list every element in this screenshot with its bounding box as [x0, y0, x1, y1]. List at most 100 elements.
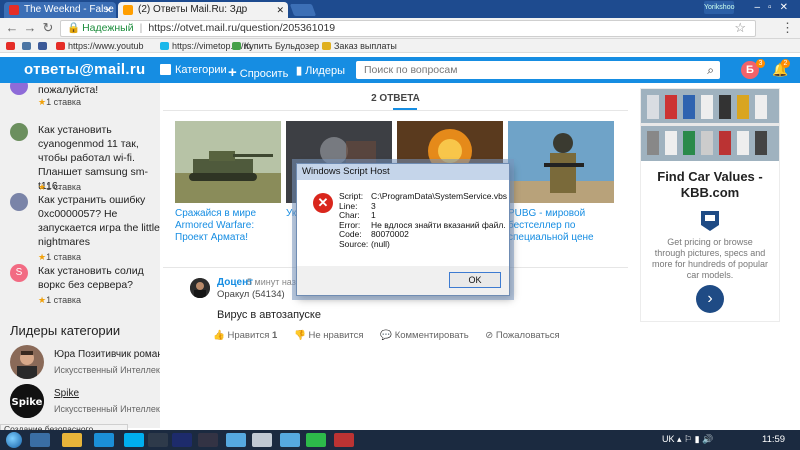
- promo-card[interactable]: PUBG - мировой бестселлер по специальной…: [508, 121, 614, 244]
- avatar: Spike: [10, 384, 44, 418]
- bookmark-youtube[interactable]: https://www.youtub: [56, 39, 144, 53]
- answers-count: 2 ОТВЕТА: [371, 93, 420, 104]
- lock-icon: 🔒: [67, 22, 81, 34]
- star-icon: ★: [38, 252, 47, 262]
- ie-icon[interactable]: [94, 433, 114, 447]
- stake-label: ★1 ставка: [38, 295, 82, 305]
- card-caption[interactable]: Сражайся в мире Armored Warfare: Проект …: [175, 208, 281, 244]
- avatar: S: [10, 264, 28, 282]
- app-icon[interactable]: [334, 433, 354, 447]
- site-logo[interactable]: ответы@mail.ru: [24, 61, 145, 78]
- dialog-title[interactable]: Windows Script Host: [297, 164, 509, 180]
- kbb-ad[interactable]: Find Car Values - KBB.com Get pricing or…: [640, 88, 780, 322]
- question-text[interactable]: Как устранить ошибку 0xc0000057? Не запу…: [38, 193, 160, 249]
- tank-image: [175, 121, 281, 203]
- nav-label: Спросить: [239, 68, 289, 80]
- bookmark-label: Заказ выплаты: [334, 41, 397, 51]
- tab-title: The Weeknd - False Ale: [24, 4, 116, 15]
- dialog-field: Error: Не вдлося знайти вказаний файл.: [339, 219, 506, 230]
- back-arrow-icon[interactable]: ←: [4, 20, 20, 36]
- leader-name[interactable]: Spike: [54, 388, 79, 399]
- profile-label[interactable]: Yorikshoo: [704, 1, 735, 14]
- bookmark-bulldozer[interactable]: Купить Бульдозер Г: [232, 39, 326, 53]
- window-controls[interactable]: –▫✕: [755, 2, 797, 13]
- language-indicator[interactable]: UK: [662, 434, 675, 444]
- shop-icon: [232, 42, 241, 50]
- secure-label: Надежный: [82, 22, 134, 34]
- address-input[interactable]: 🔒 Надежный | https://otvet.mail.ru/question…: [60, 20, 756, 37]
- categories-icon: [160, 64, 171, 75]
- menu-icon[interactable]: ⋮: [781, 20, 794, 36]
- chevron-right-icon[interactable]: ›: [696, 285, 724, 313]
- tab-youtube[interactable]: The Weeknd - False Ale ✕: [4, 2, 116, 18]
- forward-arrow-icon[interactable]: →: [22, 20, 38, 36]
- like-button[interactable]: 👍 Нравится 1: [213, 330, 277, 341]
- question-text[interactable]: Как установить солид воркс без сервера?: [38, 264, 160, 292]
- system-tray[interactable]: UK ▴ ⚐ ▮ 🔊: [662, 434, 713, 445]
- star-icon: ★: [38, 97, 47, 107]
- pubg-image: [508, 121, 614, 203]
- close-icon[interactable]: ✕: [104, 2, 112, 18]
- dislike-button[interactable]: 👎 Не нравится: [294, 330, 364, 341]
- search-input[interactable]: Поиск по вопросам ⌕: [356, 61, 720, 79]
- reload-icon[interactable]: ↻: [40, 20, 56, 36]
- photoshop-icon[interactable]: [172, 433, 192, 447]
- error-icon: ✕: [313, 193, 333, 213]
- explorer-icon[interactable]: [30, 433, 50, 447]
- leader-rank: Искусственный Интеллект: [54, 365, 160, 375]
- coin-icon: [322, 42, 331, 50]
- answer-rank: Оракул (54134): [217, 289, 285, 300]
- bookmark-payout[interactable]: Заказ выплаты: [322, 39, 397, 53]
- promo-card[interactable]: Сражайся в мире Armored Warfare: Проект …: [175, 121, 281, 244]
- bookmark-apps[interactable]: [6, 39, 18, 53]
- plus-icon: +: [228, 64, 237, 81]
- new-tab-button[interactable]: [289, 4, 317, 16]
- app-icon[interactable]: [148, 433, 168, 447]
- search-placeholder: Поиск по вопросам: [364, 64, 458, 76]
- search-icon[interactable]: ⌕: [707, 61, 714, 79]
- chrome-icon[interactable]: [306, 433, 326, 447]
- bookmark-star-icon[interactable]: ☆: [734, 20, 746, 36]
- bookmark-vk[interactable]: [22, 39, 34, 53]
- bookmarks-bar: https://www.youtub https://vimetop.ru/m …: [0, 39, 800, 53]
- bookmark-fb[interactable]: [38, 39, 50, 53]
- vs-icon[interactable]: [226, 433, 246, 447]
- avatar: [10, 83, 28, 95]
- nav-ask[interactable]: + Спросить: [228, 64, 288, 81]
- nav-categories[interactable]: Категории: [160, 64, 227, 76]
- ad-headline[interactable]: Find Car Values - KBB.com: [641, 169, 779, 201]
- window-icon[interactable]: [252, 433, 272, 447]
- bookmark-label: Купить Бульдозер Г: [244, 41, 327, 51]
- avatar: [10, 193, 28, 211]
- nav-label: Категории: [175, 64, 227, 76]
- report-button[interactable]: ⊘ Пожаловаться: [485, 330, 559, 341]
- report-icon: ⊘: [485, 330, 494, 341]
- stake-label: ★1 ставка: [38, 252, 82, 262]
- app-icon[interactable]: [198, 433, 218, 447]
- vs-icon[interactable]: [280, 433, 300, 447]
- ok-button[interactable]: OK: [449, 272, 501, 288]
- bookmark-label: https://www.youtub: [68, 41, 144, 51]
- thumb-down-icon: 👎: [293, 330, 306, 341]
- question-text[interactable]: пожалуйста!: [38, 83, 160, 97]
- youtube-icon: [9, 5, 19, 15]
- leader-rank: Искусственный Интеллект: [54, 404, 160, 414]
- site-header: ответы@mail.ru Категории + Спросить ▮ Лиде…: [0, 57, 800, 83]
- skype-icon[interactable]: [124, 433, 144, 447]
- clock[interactable]: 11:59: [762, 434, 785, 445]
- kbb-logo-icon: [699, 209, 721, 233]
- dialog-field: Source: (null): [339, 238, 390, 249]
- start-button[interactable]: [6, 432, 22, 448]
- answer-actions: 👍 Нравится 1 👎 Не нравится 💬 Комментиров…: [213, 330, 574, 341]
- comment-button[interactable]: 💬 Комментировать: [380, 330, 468, 341]
- card-caption[interactable]: PUBG - мировой бестселлер по специальной…: [508, 208, 614, 244]
- tab-otvet[interactable]: (2) Ответы Mail.Ru: Здр ✕: [118, 2, 288, 18]
- tab-title: (2) Ответы Mail.Ru: Здр: [138, 4, 248, 15]
- nav-leaders[interactable]: ▮ Лидеры: [296, 64, 345, 77]
- folder-icon[interactable]: [62, 433, 82, 447]
- divider: [163, 110, 628, 111]
- avatar[interactable]: [190, 278, 210, 298]
- leader-name[interactable]: Юра Позитивчик романтик: [54, 349, 160, 360]
- comment-icon: 💬: [380, 330, 393, 341]
- close-icon[interactable]: ✕: [276, 2, 284, 18]
